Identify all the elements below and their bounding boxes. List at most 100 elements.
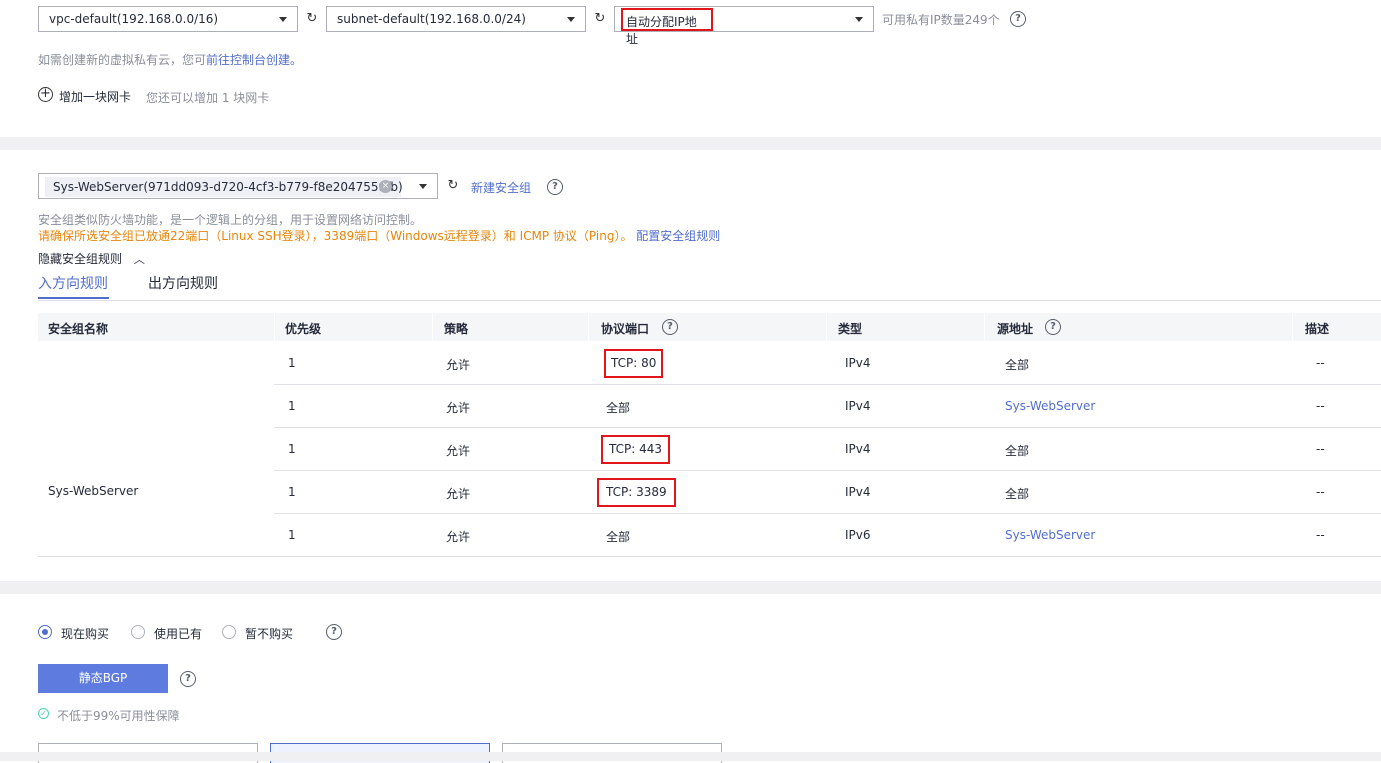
source-link[interactable]: Sys-WebServer — [1005, 528, 1095, 542]
available-ip-count: 可用私有IP数量249个 — [882, 13, 1000, 27]
col-priority: 优先级 — [285, 322, 322, 336]
type-cell: IPv6 — [845, 528, 871, 542]
priority-cell: 1 — [288, 528, 296, 542]
security-warning: 请确保所选安全组已放通22端口（Linux SSH登录），3389端口（Wind… — [38, 229, 633, 243]
tab-inbound[interactable]: 入方向规则 — [38, 273, 108, 293]
col-separator — [984, 313, 985, 341]
security-group-desc: 安全组类似防火墙功能，是一个逻辑上的分组，用于设置网络访问控制。 — [38, 213, 423, 227]
table-header: 安全组名称 优先级 策略 协议端口 ? 类型 源地址 ? 描述 — [38, 313, 1381, 341]
priority-cell: 1 — [288, 399, 296, 413]
priority-cell: 1 — [288, 442, 296, 456]
refresh-icon[interactable]: ↻ — [593, 12, 607, 26]
desc-cell: -- — [1316, 356, 1325, 370]
chevron-up-icon: ︿ — [133, 253, 145, 266]
table-row: 1 允许 TCP: 80 IPv4 全部 -- — [274, 342, 1381, 385]
col-separator — [826, 313, 827, 341]
col-separator — [588, 313, 589, 341]
add-nic-button[interactable]: 增加一块网卡 — [59, 88, 131, 105]
table-row: 1 允许 全部 IPv4 Sys-WebServer -- — [274, 385, 1381, 428]
radio-no-buy-label[interactable]: 暂不购买 — [245, 625, 293, 642]
port-cell: 全部 — [606, 530, 631, 544]
radio-use-existing[interactable] — [131, 625, 145, 639]
config-rules-link[interactable]: 配置安全组规则 — [636, 229, 720, 243]
port-cell: TCP: 3389 — [597, 478, 676, 507]
security-warning-line: 请确保所选安全组已放通22端口（Linux SSH登录），3389端口（Wind… — [38, 227, 720, 244]
chevron-down-icon — [419, 184, 427, 189]
plus-circle-icon[interactable]: + — [38, 87, 53, 102]
line-type-button[interactable]: 静态BGP — [38, 664, 168, 693]
security-group-select[interactable]: Sys-WebServer(971dd093-d720-4cf3-b779-f8… — [38, 173, 438, 199]
ip-select-value: 自动分配IP地址 — [621, 8, 713, 46]
clear-icon[interactable]: × — [379, 180, 392, 193]
add-nic-hint: 您还可以增加 1 块网卡 — [146, 91, 270, 105]
type-cell: IPv4 — [845, 356, 871, 370]
help-icon[interactable]: ? — [547, 179, 563, 195]
table-row: 1 允许 TCP: 3389 IPv4 全部 -- — [274, 471, 1381, 514]
desc-cell: -- — [1316, 485, 1325, 499]
col-separator — [274, 313, 275, 341]
policy-cell: 允许 — [446, 401, 471, 415]
help-icon[interactable]: ? — [326, 624, 342, 640]
col-desc: 描述 — [1305, 322, 1330, 336]
radio-use-existing-label[interactable]: 使用已有 — [154, 625, 202, 642]
chevron-down-icon — [279, 17, 287, 22]
type-cell: IPv4 — [845, 485, 871, 499]
radio-buy-now[interactable] — [38, 625, 52, 639]
vpc-select[interactable]: vpc-default(192.168.0.0/16) — [38, 6, 298, 32]
vpc-select-value: vpc-default(192.168.0.0/16) — [49, 12, 219, 26]
desc-cell: -- — [1316, 442, 1325, 456]
tab-active-indicator — [38, 297, 109, 299]
chevron-down-icon — [855, 17, 863, 22]
policy-cell: 允许 — [446, 444, 471, 458]
sla-text: 不低于99%可用性保障 — [57, 709, 180, 723]
hide-rules-toggle[interactable]: 隐藏安全组规则 ︿ — [38, 250, 145, 267]
col-separator — [432, 313, 433, 341]
check-circle-icon: ✓ — [38, 708, 49, 719]
chevron-down-icon — [567, 17, 575, 22]
help-icon[interactable]: ? — [1045, 319, 1061, 335]
desc-cell: -- — [1316, 528, 1325, 542]
hide-rules-label: 隐藏安全组规则 — [38, 252, 123, 266]
create-vpc-hint-text: 如需创建新的虚拟私有云，您可 — [38, 53, 207, 67]
policy-cell: 允许 — [446, 487, 471, 501]
port-cell: TCP: 443 — [601, 435, 671, 464]
col-source: 源地址 — [997, 322, 1034, 336]
group-name-cell: Sys-WebServer — [48, 484, 139, 498]
priority-cell: 1 — [288, 356, 296, 370]
source-link[interactable]: Sys-WebServer — [1005, 399, 1095, 413]
policy-cell: 允许 — [446, 530, 471, 544]
tab-outbound[interactable]: 出方向规则 — [148, 273, 218, 293]
help-icon[interactable]: ? — [1010, 11, 1026, 27]
section-divider — [0, 137, 1381, 150]
col-port: 协议端口 — [601, 322, 650, 336]
group-bottom-border — [38, 556, 274, 557]
port-cell: 全部 — [606, 401, 631, 415]
help-icon[interactable]: ? — [662, 319, 678, 335]
ip-select[interactable]: 自动分配IP地址 — [614, 6, 874, 46]
policy-cell: 允许 — [446, 358, 471, 372]
table-row: 1 允许 全部 IPv6 Sys-WebServer -- — [274, 514, 1381, 557]
subnet-select-value: subnet-default(192.168.0.0/24) — [337, 12, 526, 26]
bottom-bar — [0, 752, 1381, 761]
desc-cell: -- — [1316, 399, 1325, 413]
subnet-select[interactable]: subnet-default(192.168.0.0/24) — [326, 6, 586, 32]
refresh-icon[interactable]: ↻ — [446, 179, 460, 193]
port-cell: TCP: 80 — [604, 349, 664, 378]
new-security-group-link[interactable]: 新建安全组 — [471, 179, 531, 196]
refresh-icon[interactable]: ↻ — [305, 12, 319, 26]
col-policy: 策略 — [444, 322, 469, 336]
source-cell: 全部 — [1005, 358, 1030, 372]
col-type: 类型 — [838, 322, 863, 336]
source-cell: 全部 — [1005, 444, 1030, 458]
create-vpc-link[interactable]: 前往控制台创建。 — [206, 53, 302, 67]
section-divider — [0, 581, 1381, 594]
col-separator — [1292, 313, 1293, 341]
table-row: 1 允许 TCP: 443 IPv4 全部 -- — [274, 428, 1381, 471]
help-icon[interactable]: ? — [180, 671, 196, 687]
radio-buy-now-label[interactable]: 现在购买 — [61, 625, 109, 642]
security-group-tag: Sys-WebServer(971dd093-d720-4cf3-b779-f8… — [45, 177, 403, 197]
col-name: 安全组名称 — [48, 322, 109, 336]
tab-divider — [38, 300, 1381, 301]
source-cell: 全部 — [1005, 487, 1030, 501]
radio-no-buy[interactable] — [222, 625, 236, 639]
